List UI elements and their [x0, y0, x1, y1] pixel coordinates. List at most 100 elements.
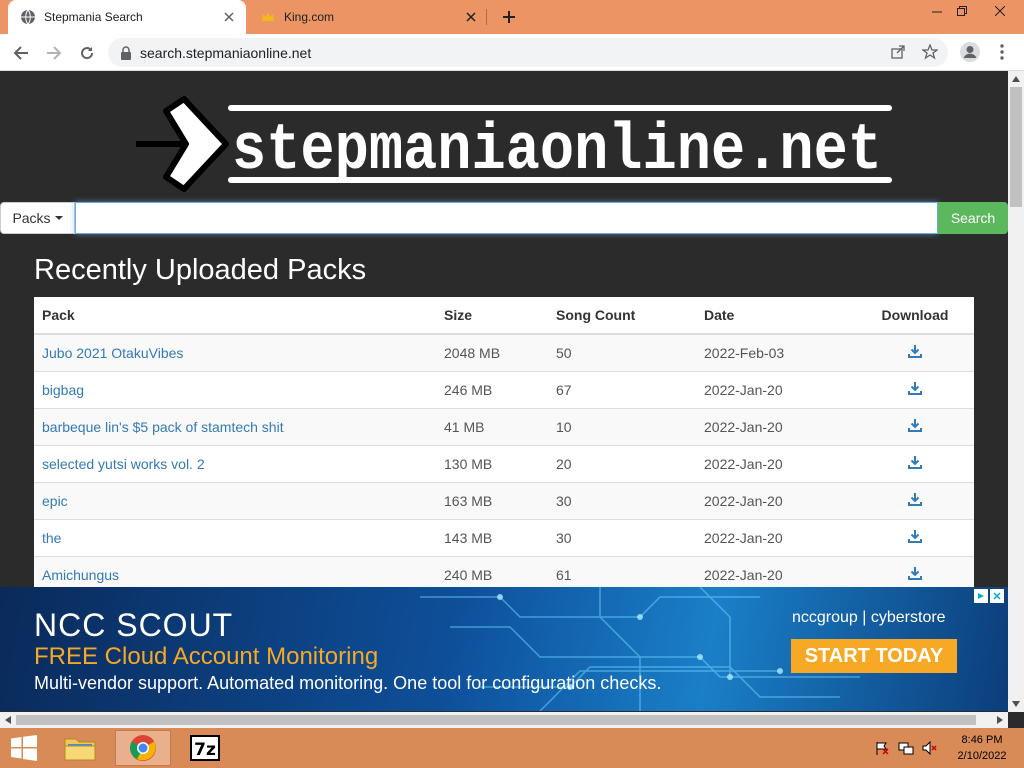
table-row: barbeque lin's $5 pack of stamtech shit 4… [34, 407, 974, 445]
song-count-cell: 50 [548, 333, 696, 371]
date-cell: 2022-Jan-20 [696, 481, 856, 519]
taskbar-7zip[interactable]: 7z [180, 730, 230, 766]
system-clock[interactable]: 8:46 PM 2/10/2022 [946, 732, 1018, 764]
ad-subtitle: FREE Cloud Account Monitoring [34, 643, 379, 670]
close-window-button[interactable] [986, 0, 1014, 22]
pack-link[interactable]: selected yutsi works vol. 2 [42, 456, 205, 472]
minimize-icon [932, 11, 942, 13]
advertisement-banner[interactable]: NCC SCOUT FREE Cloud Account Monitoring … [0, 587, 1008, 711]
7zip-icon: 7z [190, 735, 220, 761]
scroll-right-icon[interactable] [992, 712, 1008, 728]
adchoices-icon[interactable] [974, 589, 988, 603]
svg-text:7z: 7z [194, 740, 216, 760]
close-icon [995, 6, 1005, 16]
download-icon[interactable] [908, 381, 922, 395]
pack-cell: Jubo 2021 OtakuVibes [34, 333, 436, 371]
windows-logo-icon [11, 735, 37, 761]
scroll-up-icon[interactable] [1008, 71, 1024, 87]
tab-stepmania-search[interactable]: Stepmania Search [8, 0, 246, 34]
pack-cell: selected yutsi works vol. 2 [34, 444, 436, 482]
ad-choices[interactable] [974, 589, 1004, 603]
logo-arrow-icon [136, 96, 229, 192]
pack-link[interactable]: barbeque lin's $5 pack of stamtech shit [42, 419, 284, 435]
column-header-date[interactable]: Date [696, 297, 856, 335]
table-row: selected yutsi works vol. 2 130 MB 20 2022-… [34, 444, 974, 482]
minimize-button[interactable] [923, 0, 951, 22]
download-icon[interactable] [908, 418, 922, 432]
table-row: bigbag 246 MB 67 2022-Jan-20 [34, 370, 974, 408]
plus-icon [503, 11, 515, 23]
reload-button[interactable] [73, 39, 101, 67]
vertical-scrollbar[interactable] [1008, 71, 1024, 712]
column-header-pack[interactable]: Pack [34, 297, 436, 335]
share-button[interactable] [884, 38, 912, 66]
pack-link[interactable]: epic [42, 493, 68, 509]
size-cell: 246 MB [436, 370, 548, 408]
ad-title: NCC SCOUT [34, 607, 234, 643]
site-logo[interactable]: stepmaniaonline.net [130, 93, 895, 197]
ad-close-icon[interactable] [990, 589, 1004, 603]
download-icon[interactable] [908, 529, 922, 543]
download-icon[interactable] [908, 344, 922, 359]
taskbar-file-explorer[interactable] [58, 730, 102, 766]
song-count-cell: 67 [548, 370, 696, 408]
ad-cta-button[interactable]: START TODAY [791, 639, 957, 673]
pack-link[interactable]: Jubo 2021 OtakuVibes [42, 345, 183, 361]
date-cell: 2022-Jan-20 [696, 444, 856, 482]
size-cell: 163 MB [436, 481, 548, 519]
network-icon[interactable] [898, 740, 914, 756]
scroll-down-icon[interactable] [1008, 696, 1024, 712]
tab-title: King.com [284, 10, 335, 24]
search-bar: Packs Search [0, 202, 1008, 234]
column-header-size[interactable]: Size [436, 297, 548, 335]
menu-button[interactable] [988, 38, 1016, 66]
search-input[interactable] [75, 202, 938, 234]
table-header-row: Pack Size Song Count Date Download [34, 297, 974, 335]
category-dropdown[interactable]: Packs [0, 202, 75, 234]
search-button[interactable]: Search [938, 202, 1008, 234]
profile-button[interactable] [956, 38, 984, 66]
pack-cell: the [34, 518, 436, 556]
horizontal-scroll-thumb[interactable] [16, 715, 976, 725]
pack-link[interactable]: the [42, 530, 61, 546]
arrow-right-icon [47, 46, 62, 60]
lock-icon [120, 45, 132, 60]
ad-description: Multi-vendor support. Automated monitori… [34, 673, 662, 693]
forward-button[interactable] [40, 39, 68, 67]
crown-icon [260, 9, 276, 25]
tab-king[interactable]: King.com [248, 0, 488, 34]
volume-muted-icon[interactable] [922, 740, 938, 756]
download-cell [856, 518, 974, 556]
pack-cell: epic [34, 481, 436, 519]
tab-strip: Stepmania Search King.com [0, 0, 1024, 34]
download-icon[interactable] [908, 492, 922, 506]
scroll-left-icon[interactable] [0, 712, 16, 728]
pack-link[interactable]: Amichungus [42, 567, 119, 583]
start-button[interactable] [4, 730, 44, 766]
bookmark-button[interactable] [916, 38, 944, 66]
tab-separator [486, 9, 487, 25]
taskbar-chrome[interactable] [115, 730, 171, 766]
song-count-cell: 30 [548, 481, 696, 519]
action-center-flag-icon[interactable] [874, 740, 890, 756]
restore-button[interactable] [948, 0, 976, 22]
song-count-cell: 30 [548, 518, 696, 556]
download-icon[interactable] [908, 566, 922, 581]
horizontal-scrollbar[interactable] [0, 712, 1008, 728]
column-header-song-count[interactable]: Song Count [548, 297, 696, 335]
taskbar: 7z 8:46 PM 2/10/2022 [0, 728, 1024, 768]
back-button[interactable] [7, 39, 35, 67]
date-cell: 2022-Jan-20 [696, 407, 856, 445]
new-tab-button[interactable] [497, 5, 521, 29]
globe-icon [20, 9, 36, 25]
download-icon[interactable] [908, 455, 922, 469]
pack-link[interactable]: bigbag [42, 382, 84, 398]
page-viewport: stepmaniaonline.net Packs Search Recentl… [0, 71, 1008, 712]
vertical-scroll-thumb[interactable] [1010, 87, 1022, 207]
close-tab-icon[interactable] [218, 6, 240, 28]
address-bar[interactable]: search.stepmaniaonline.net [108, 38, 948, 67]
close-tab-icon[interactable] [460, 6, 482, 28]
clock-time: 8:46 PM [961, 734, 1003, 746]
category-label: Packs [12, 210, 51, 226]
screen: { "browser": { "tabs": [ {"title": "Step… [0, 0, 1024, 768]
